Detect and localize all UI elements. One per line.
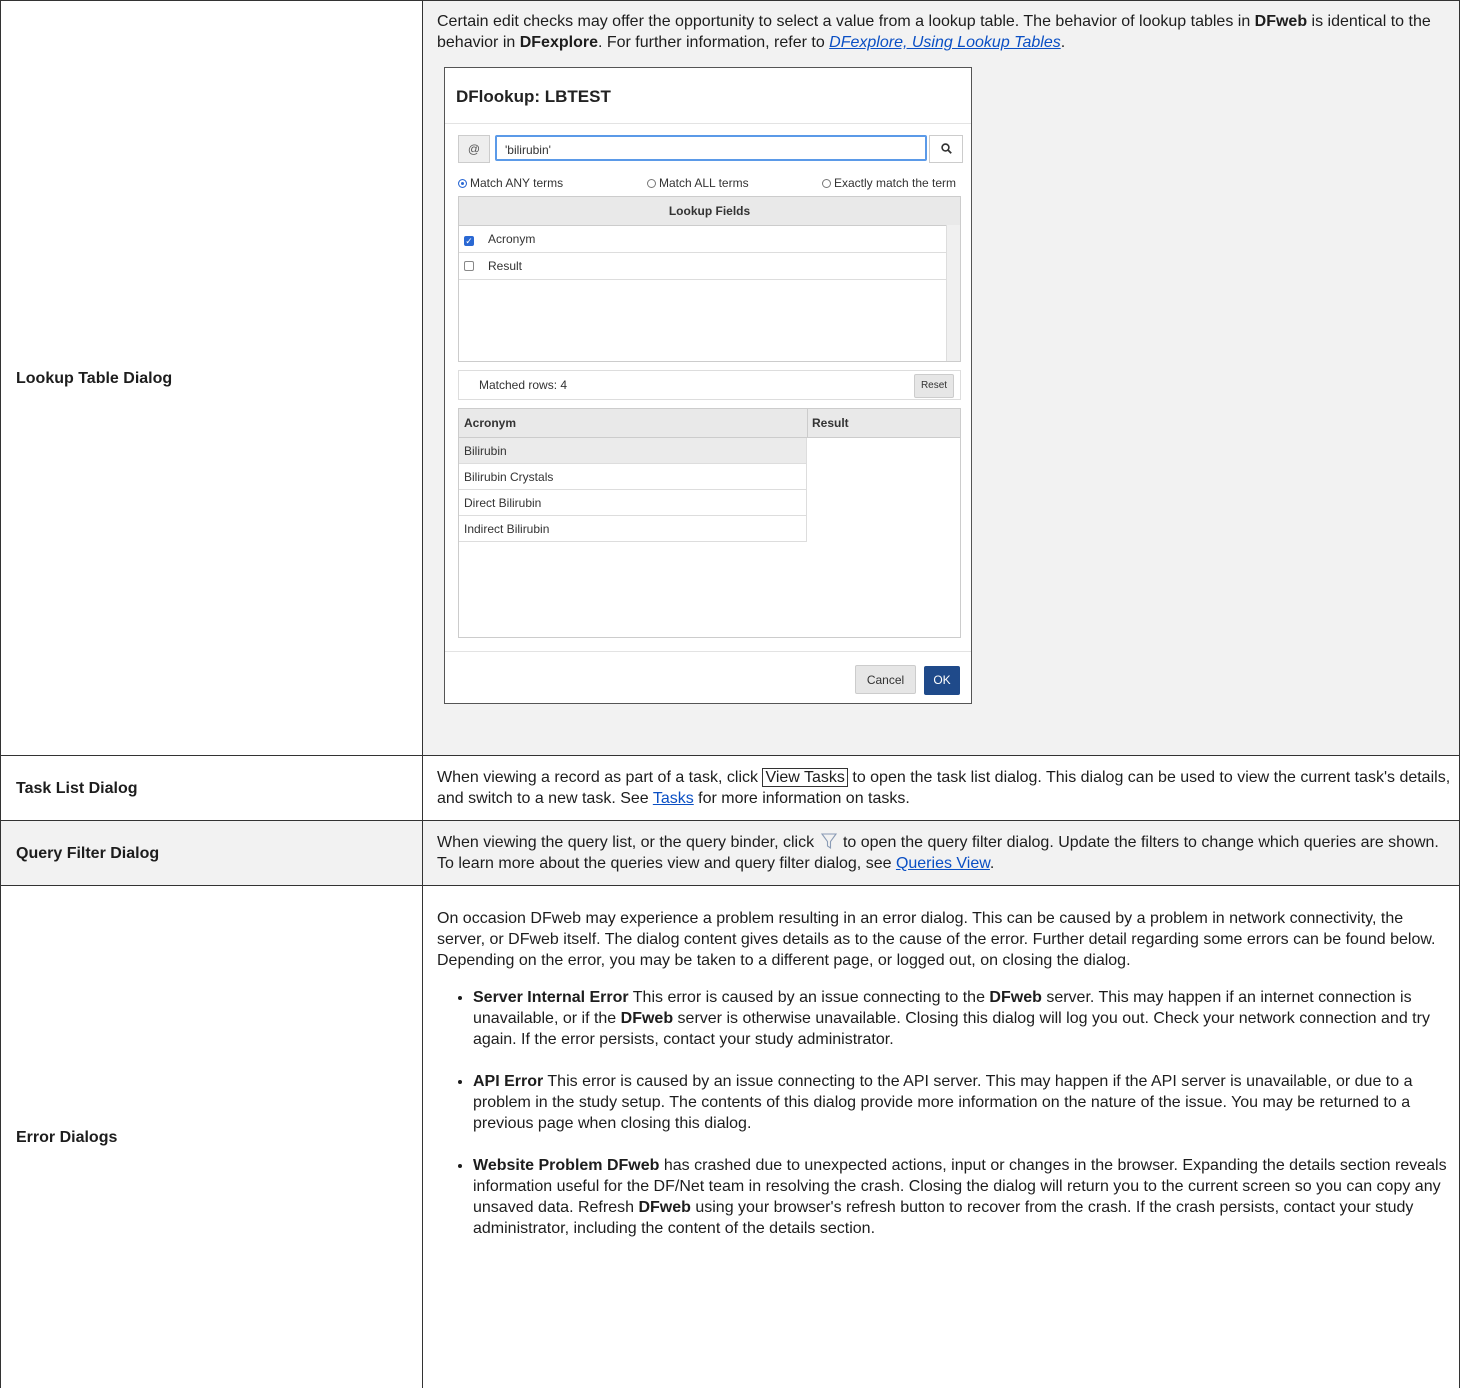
queries-view-link[interactable]: Queries View	[896, 855, 990, 872]
radio-match-any[interactable]: Match ANY terms	[458, 173, 563, 194]
bold-text: DFweb	[638, 1199, 690, 1216]
row-label: Task List Dialog	[1, 756, 423, 821]
table-row[interactable]: Direct Bilirubin	[459, 490, 807, 516]
text: When viewing the query list, or the quer…	[437, 834, 819, 851]
table-row: Task List Dialog When viewing a record a…	[1, 756, 1460, 821]
divider	[445, 651, 971, 652]
bold-text: DFweb	[989, 989, 1041, 1006]
text: When viewing a record as part of a task,…	[437, 769, 762, 786]
table-row[interactable]: Bilirubin	[459, 438, 807, 464]
row-content: On occasion DFweb may experience a probl…	[423, 886, 1460, 1388]
error-title: Server Internal Error	[473, 989, 629, 1006]
field-label: Result	[488, 259, 522, 273]
cancel-button[interactable]: Cancel	[855, 665, 916, 694]
search-row: @ 'bilirubin'	[458, 135, 961, 163]
matched-bar: Matched rows: 4 Reset	[458, 370, 961, 400]
lookup-description: Certain edit checks may offer the opport…	[437, 11, 1451, 53]
view-tasks-button[interactable]: View Tasks	[762, 768, 847, 787]
table-row[interactable]: Indirect Bilirubin	[459, 516, 807, 542]
dialog-footer: Cancel OK	[855, 665, 960, 694]
lookup-dialog: DFlookup: LBTEST @ 'bilirubin' Match ANY…	[444, 67, 972, 704]
error-list: Server Internal Error This error is caus…	[437, 987, 1451, 1239]
lookup-fields-panel: Lookup Fields ✓ Acronym Result	[458, 196, 961, 362]
dialogs-table: Lookup Table Dialog Certain edit checks …	[0, 0, 1460, 1388]
radio-exact-match[interactable]: Exactly match the term	[822, 173, 956, 194]
bold-text: DFweb	[607, 1157, 659, 1174]
text: .	[1061, 34, 1065, 51]
error-title: Website Problem	[473, 1157, 603, 1174]
table-row[interactable]: Bilirubin Crystals	[459, 464, 807, 490]
results-table: Acronym Result Bilirubin Bilirubin Cryst…	[458, 408, 961, 638]
text: This error is caused by an issue connect…	[629, 989, 990, 1006]
column-divider	[807, 409, 808, 437]
search-icon	[941, 143, 952, 154]
filter-icon[interactable]	[821, 832, 837, 850]
bold-text: DFexplore	[520, 34, 598, 51]
field-row-acronym[interactable]: ✓ Acronym	[459, 226, 946, 253]
row-content: Certain edit checks may offer the opport…	[423, 1, 1460, 756]
errors-intro: On occasion DFweb may experience a probl…	[437, 908, 1451, 971]
field-row-result[interactable]: Result	[459, 253, 946, 280]
text: for more information on tasks.	[694, 790, 910, 807]
table-row: Lookup Table Dialog Certain edit checks …	[1, 1, 1460, 756]
text: Certain edit checks may offer the opport…	[437, 13, 1255, 30]
checkbox-checked[interactable]: ✓	[464, 236, 474, 246]
row-label: Error Dialogs	[1, 886, 423, 1388]
text: This error is caused by an issue connect…	[473, 1073, 1412, 1132]
reset-button[interactable]: Reset	[914, 374, 954, 398]
tasks-link[interactable]: Tasks	[653, 790, 694, 807]
dfexplore-lookup-link[interactable]: DFexplore, Using Lookup Tables	[829, 34, 1061, 51]
at-button[interactable]: @	[458, 135, 490, 163]
column-header-acronym: Acronym	[464, 409, 516, 437]
radio-match-all[interactable]: Match ALL terms	[647, 173, 749, 194]
results-header: Acronym Result	[459, 409, 960, 438]
list-item: Website Problem DFweb has crashed due to…	[473, 1155, 1451, 1239]
divider	[445, 123, 971, 124]
radio-label: Match ANY terms	[470, 176, 563, 190]
row-content: When viewing a record as part of a task,…	[423, 756, 1460, 821]
table-row: Query Filter Dialog When viewing the que…	[1, 821, 1460, 886]
row-label: Query Filter Dialog	[1, 821, 423, 886]
column-header-result: Result	[812, 409, 849, 437]
text: . For further information, refer to	[598, 34, 829, 51]
table-row: Error Dialogs On occasion DFweb may expe…	[1, 886, 1460, 1388]
radio-dot	[822, 179, 831, 188]
search-input[interactable]: 'bilirubin'	[495, 135, 927, 161]
row-content: When viewing the query list, or the quer…	[423, 821, 1460, 886]
text: .	[990, 855, 994, 872]
radio-label: Exactly match the term	[834, 176, 956, 190]
radio-dot	[458, 179, 467, 188]
list-item: API Error This error is caused by an iss…	[473, 1071, 1451, 1134]
lookup-fields-header: Lookup Fields	[459, 197, 960, 226]
row-label: Lookup Table Dialog	[1, 1, 423, 756]
ok-button[interactable]: OK	[924, 666, 960, 695]
bold-text: DFweb	[1255, 13, 1307, 30]
error-title: API Error	[473, 1073, 543, 1090]
radio-label: Match ALL terms	[659, 176, 749, 190]
list-item: Server Internal Error This error is caus…	[473, 987, 1451, 1050]
checkbox[interactable]	[464, 261, 474, 271]
field-label: Acronym	[488, 232, 535, 246]
match-options: Match ANY terms Match ALL terms Exactly …	[458, 173, 963, 189]
scrollbar[interactable]	[946, 225, 960, 361]
search-button[interactable]	[929, 135, 963, 163]
radio-dot	[647, 179, 656, 188]
matched-rows-count: Matched rows: 4	[479, 371, 567, 399]
dialog-title: DFlookup: LBTEST	[456, 86, 611, 107]
bold-text: DFweb	[621, 1010, 673, 1027]
